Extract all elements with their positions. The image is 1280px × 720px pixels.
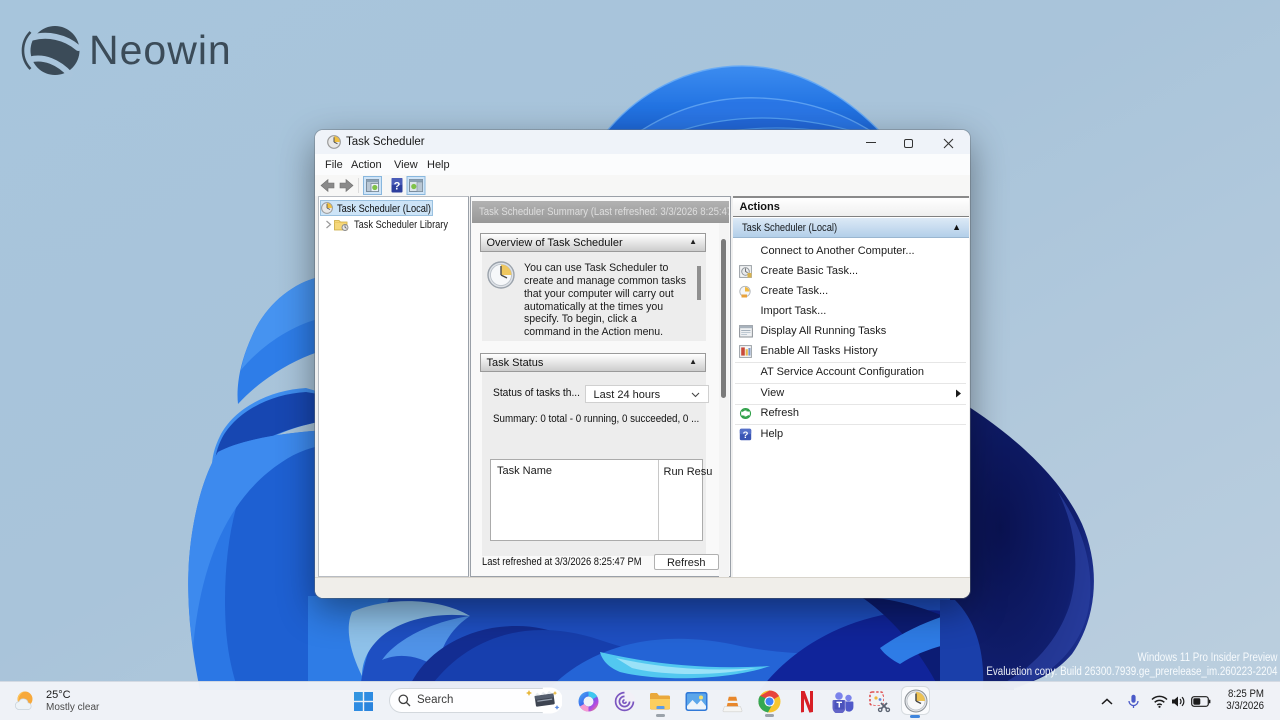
- svg-text:?: ?: [394, 181, 401, 193]
- svg-text:?: ?: [743, 430, 749, 441]
